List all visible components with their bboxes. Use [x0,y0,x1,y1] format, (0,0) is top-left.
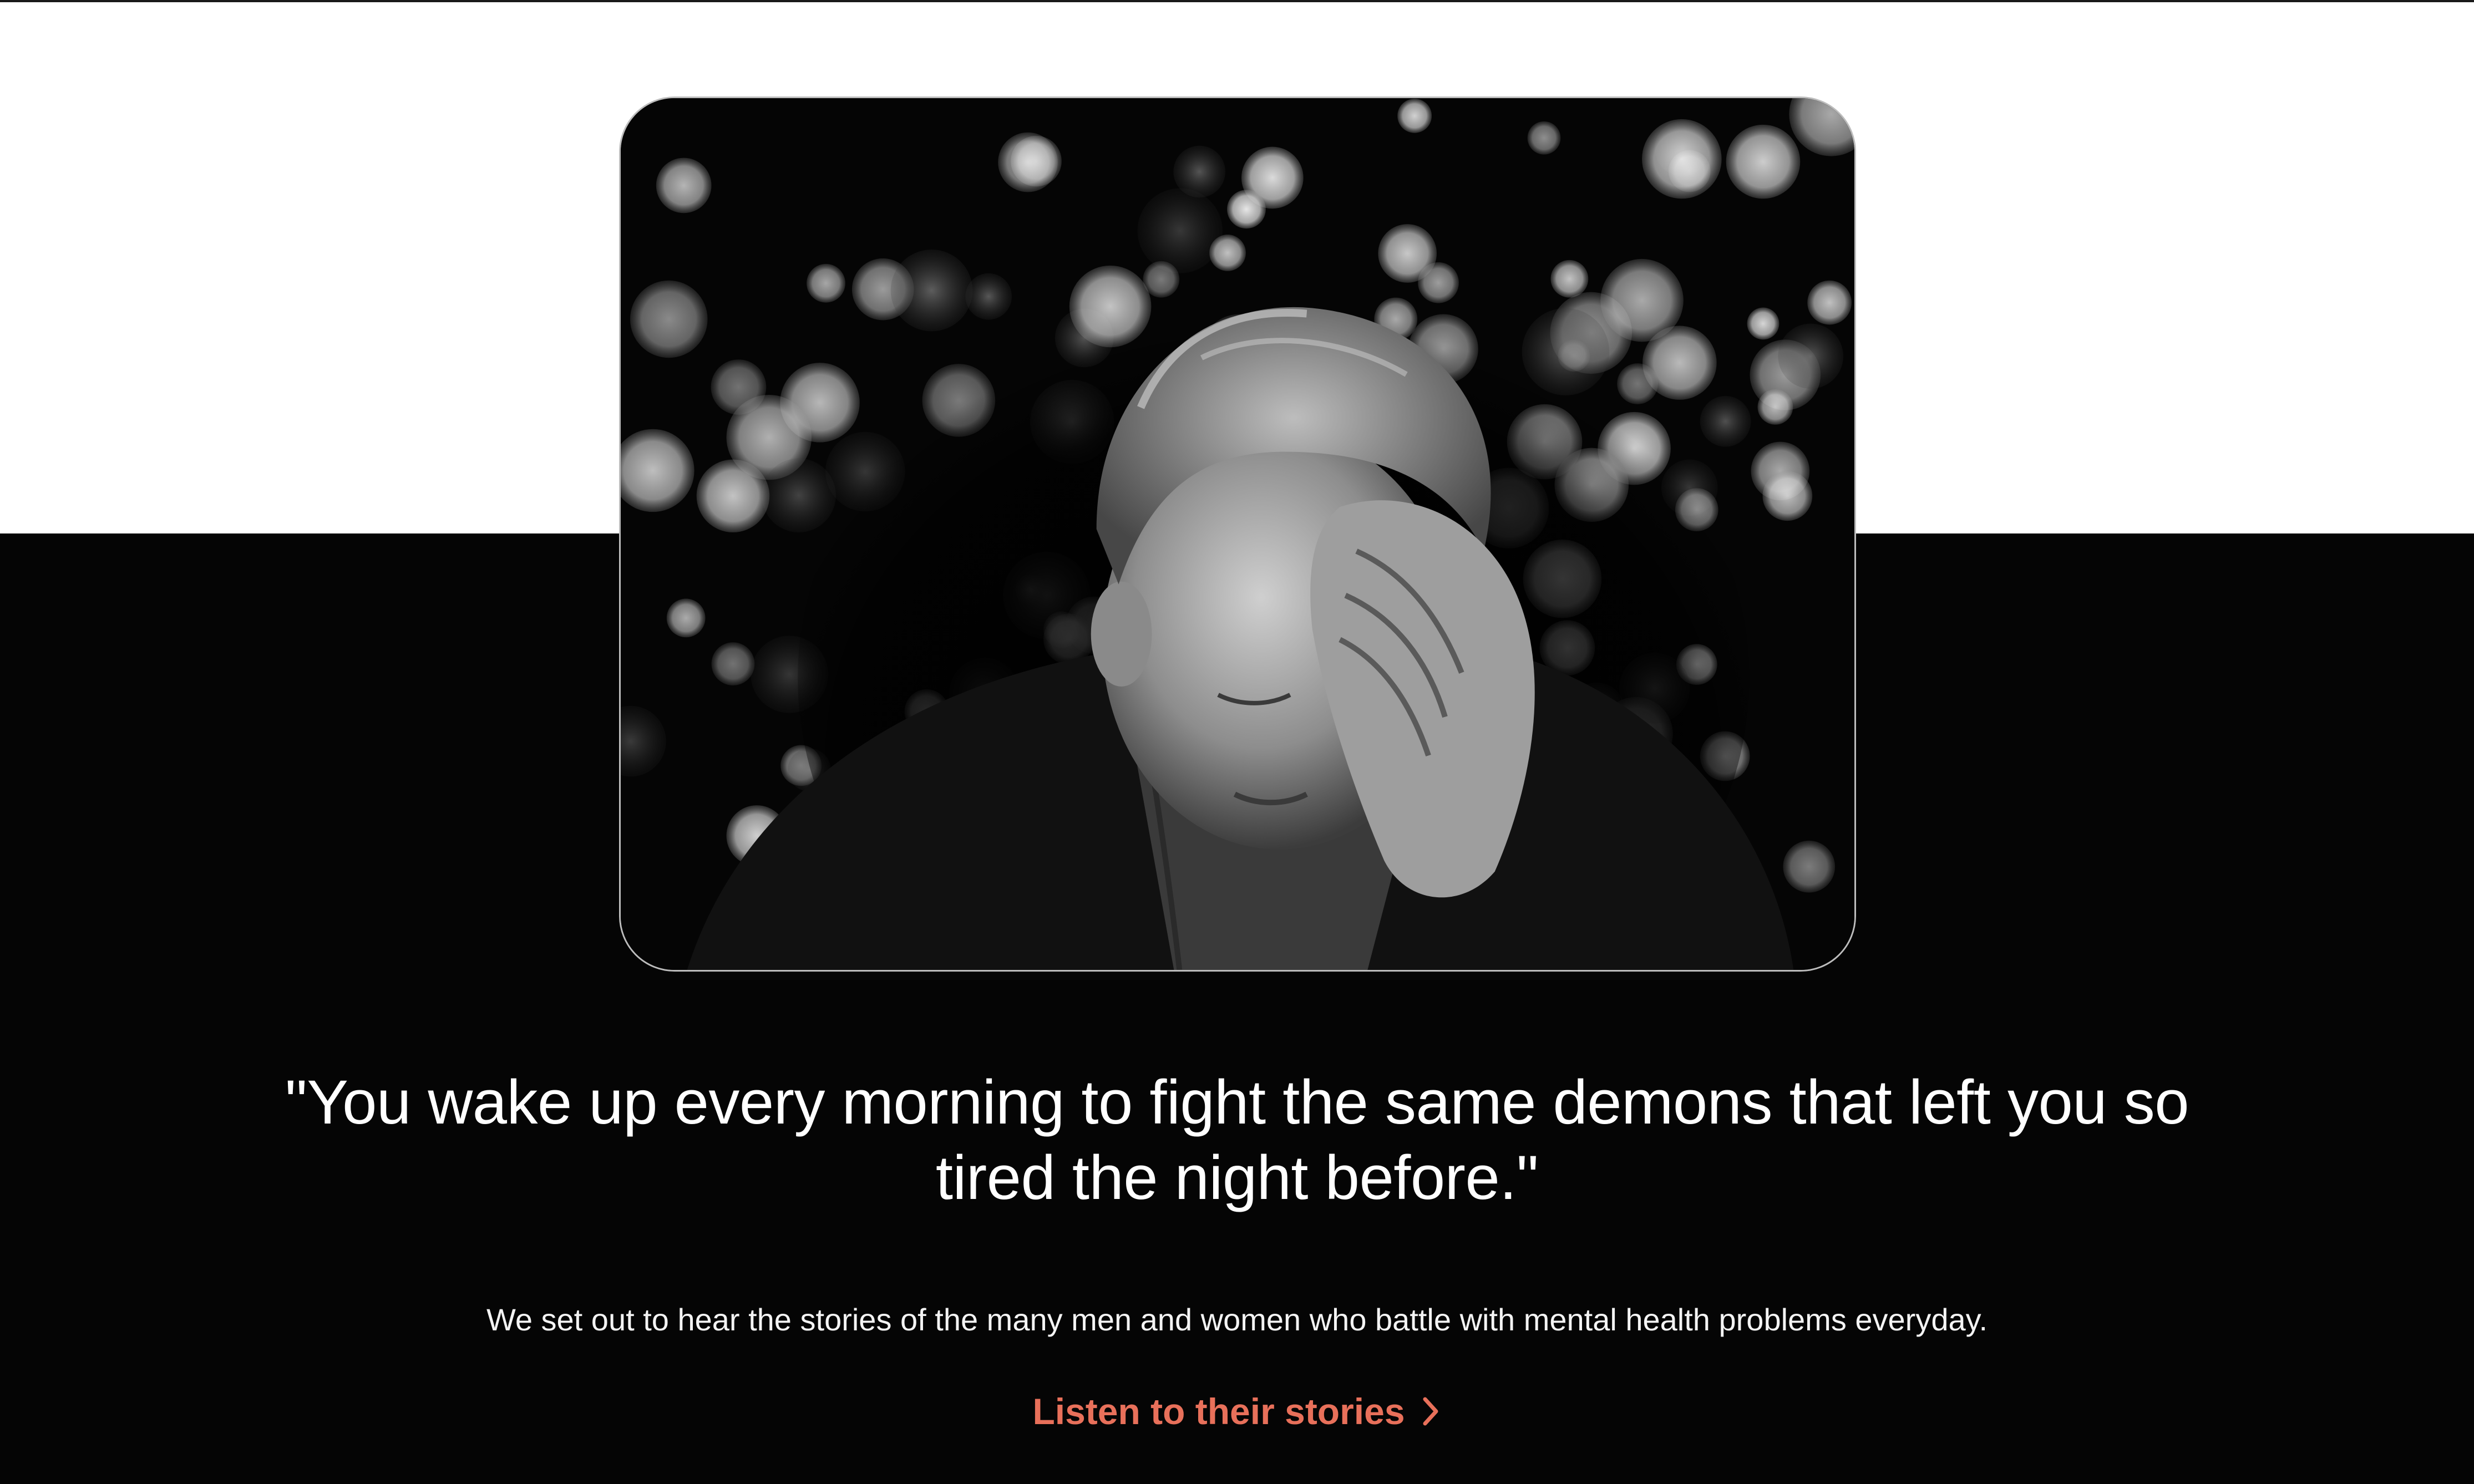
chevron-right-icon [1419,1395,1442,1428]
hero-subtitle: We set out to hear the stories of the ma… [486,1302,1988,1337]
hero-image [619,96,1856,972]
hero-image-graphic [621,98,1854,970]
hero-quote: "You wake up every morning to fight the … [285,1068,2189,1212]
listen-to-stories-link[interactable]: Listen to their stories [849,1381,1625,1442]
page: "You wake up every morning to fight the … [0,0,2474,1484]
listen-to-stories-label: Listen to their stories [1032,1391,1405,1432]
